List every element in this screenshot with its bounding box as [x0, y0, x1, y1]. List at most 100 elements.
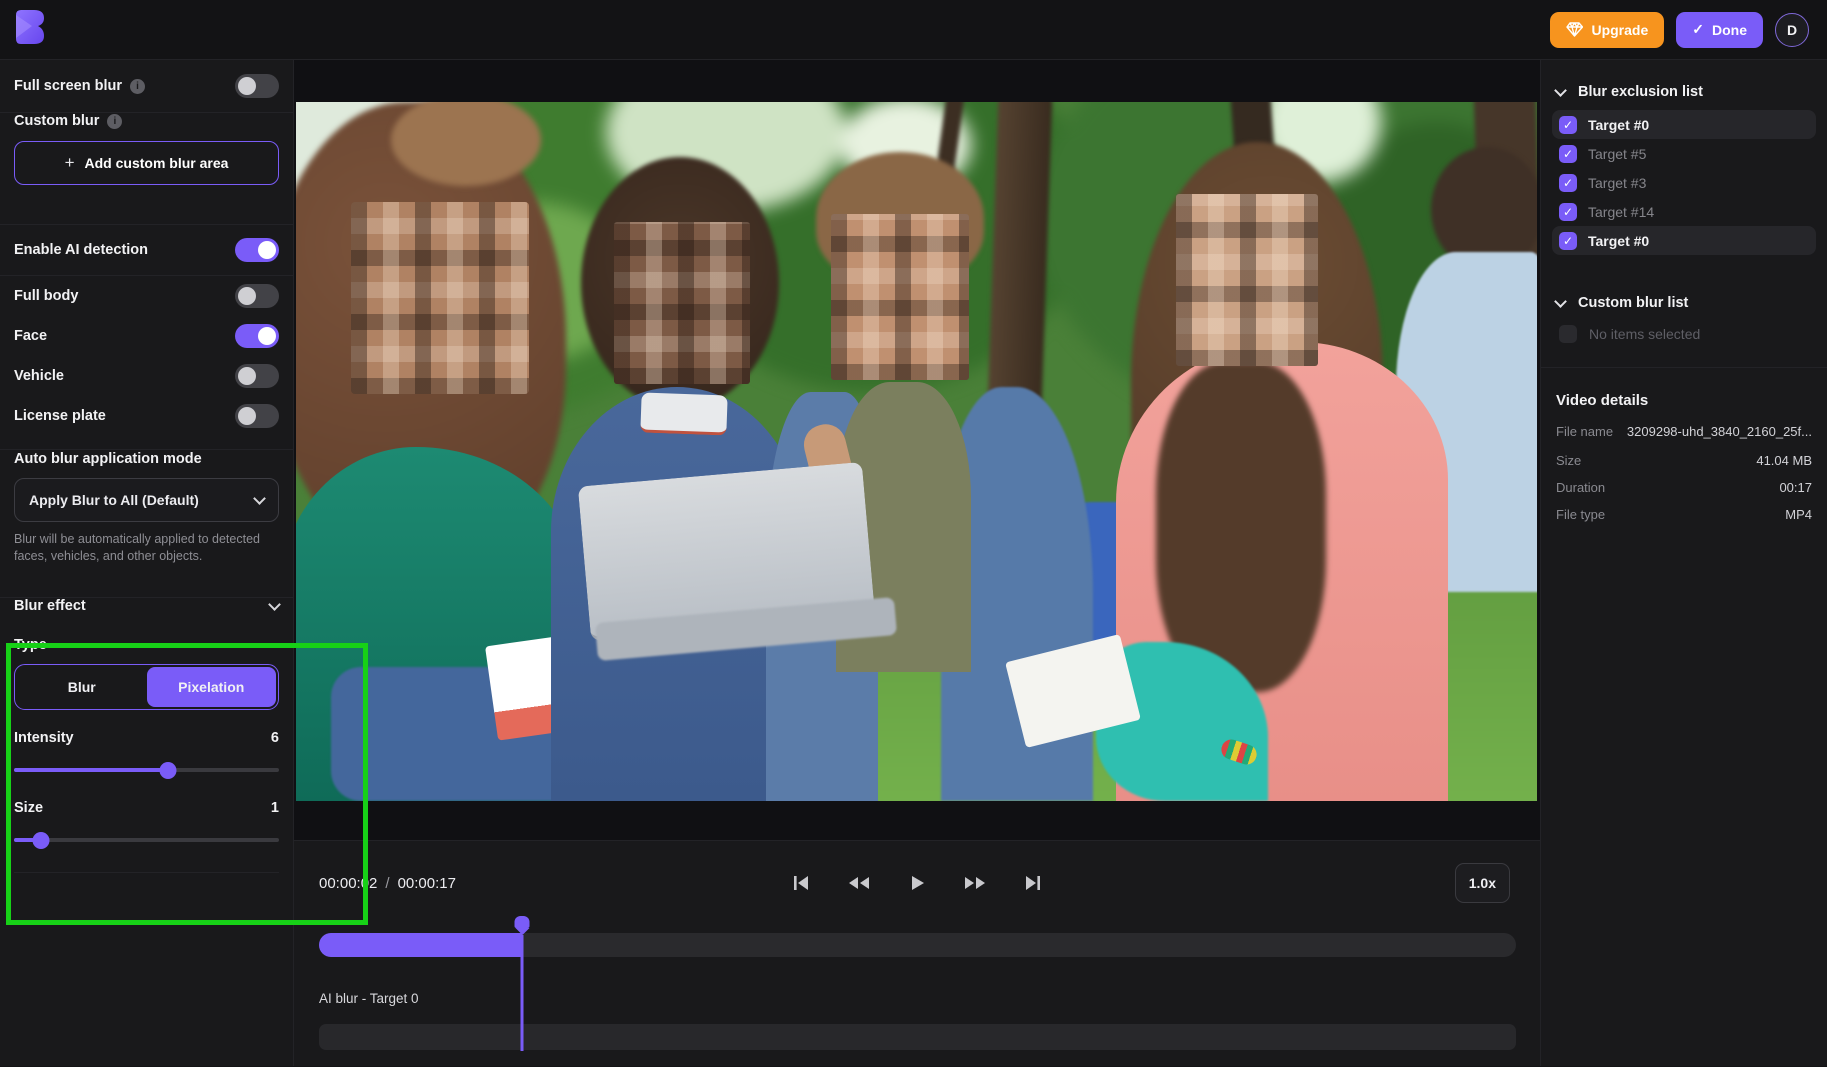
license-plate-label: License plate: [14, 408, 106, 424]
pixelated-face: [1176, 194, 1318, 366]
blur-type-option-blur[interactable]: Blur: [17, 667, 147, 707]
custom-blur-label: Custom blur: [14, 113, 99, 129]
video-preview[interactable]: [296, 102, 1537, 801]
toggle-knob: [258, 327, 276, 345]
detail-value: 41.04 MB: [1622, 453, 1812, 468]
exclusion-item-label: Target #3: [1588, 175, 1646, 191]
exclusion-item[interactable]: ✓ Target #5: [1552, 139, 1816, 168]
auto-blur-mode-label: Auto blur application mode: [14, 451, 202, 467]
vehicle-label: Vehicle: [14, 368, 64, 384]
add-custom-blur-area-button[interactable]: + Add custom blur area: [14, 141, 279, 185]
detail-row: Size 41.04 MB: [1556, 452, 1812, 469]
rewind-button[interactable]: [847, 871, 871, 895]
playhead-tip: [515, 928, 529, 935]
app-logo[interactable]: [14, 9, 45, 50]
blur-type-label: Type: [14, 637, 47, 653]
custom-blur-list-title: Custom blur list: [1578, 295, 1688, 311]
main-area: 00:00:02 / 00:00:17 1.0x: [294, 60, 1540, 1066]
blur-exclusion-list-header[interactable]: Blur exclusion list: [1541, 84, 1827, 100]
skip-to-end-button[interactable]: [1021, 871, 1045, 895]
detail-value: 3209298-uhd_3840_2160_25f...: [1622, 424, 1812, 439]
exclusion-item[interactable]: ✓ Target #14: [1552, 197, 1816, 226]
video-details-header: Video details: [1541, 392, 1827, 409]
skip-start-icon: [790, 873, 812, 893]
checkbox-checked[interactable]: ✓: [1559, 232, 1577, 250]
full-body-toggle[interactable]: [235, 284, 279, 308]
toggle-knob: [238, 77, 256, 95]
ai-blur-track[interactable]: [319, 1024, 1516, 1050]
custom-blur-list-header[interactable]: Custom blur list: [1541, 295, 1827, 311]
speed-value: 1.0x: [1469, 875, 1496, 891]
timeline-progress-bar[interactable]: [319, 933, 1516, 957]
skip-to-start-button[interactable]: [789, 871, 813, 895]
timeline-section: 00:00:02 / 00:00:17 1.0x: [294, 840, 1540, 1066]
license-plate-toggle[interactable]: [235, 404, 279, 428]
size-value: 1: [271, 800, 279, 816]
logo-icon: [14, 9, 45, 45]
info-icon[interactable]: i: [107, 114, 122, 129]
size-label: Size: [14, 800, 43, 816]
right-panel: Blur exclusion list ✓ Target #0 ✓ Target…: [1540, 60, 1827, 1066]
full-screen-blur-toggle[interactable]: [235, 74, 279, 98]
done-button[interactable]: ✓ Done: [1676, 12, 1763, 48]
fast-forward-button[interactable]: [963, 871, 987, 895]
enable-ai-detection-toggle[interactable]: [235, 238, 279, 262]
playhead[interactable]: [515, 916, 530, 1051]
playhead-handle[interactable]: [515, 916, 530, 928]
pixelated-face: [831, 214, 969, 380]
left-settings-panel: Full screen blur i Custom blur i + Add c…: [0, 60, 294, 1066]
info-icon[interactable]: i: [130, 79, 145, 94]
slider-track[interactable]: [14, 838, 279, 842]
checkbox-checked[interactable]: ✓: [1559, 174, 1577, 192]
skip-end-icon: [1022, 873, 1044, 893]
intensity-value: 6: [271, 730, 279, 746]
slider-thumb[interactable]: [159, 762, 176, 779]
avatar[interactable]: D: [1775, 13, 1809, 47]
vehicle-toggle[interactable]: [235, 364, 279, 388]
blur-type-segmented-control: Blur Pixelation: [14, 664, 279, 710]
slider-thumb[interactable]: [32, 832, 49, 849]
exclusion-item[interactable]: ✓ Target #0: [1552, 226, 1816, 255]
intensity-slider[interactable]: [14, 762, 279, 778]
detail-label: Duration: [1556, 479, 1622, 496]
checkbox-checked[interactable]: ✓: [1559, 145, 1577, 163]
exclusion-item[interactable]: ✓ Target #3: [1552, 168, 1816, 197]
playback-speed-button[interactable]: 1.0x: [1455, 863, 1510, 903]
play-icon: [907, 873, 927, 893]
check-icon: ✓: [1692, 21, 1704, 38]
time-display: 00:00:02 / 00:00:17: [319, 875, 456, 892]
plus-icon: +: [65, 153, 75, 173]
full-body-row: Full body: [14, 276, 279, 316]
blur-effect-header: Blur effect: [14, 598, 86, 614]
blur-type-option-pixelation[interactable]: Pixelation: [147, 667, 277, 707]
gem-icon: [1566, 22, 1583, 37]
play-button[interactable]: [905, 871, 929, 895]
custom-blur-empty-row: No items selected: [1541, 325, 1827, 343]
slider-fill: [14, 768, 168, 772]
enable-ai-detection-section: Enable AI detection: [0, 225, 293, 276]
exclusion-item[interactable]: ✓ Target #0: [1552, 110, 1816, 139]
upgrade-button[interactable]: Upgrade: [1550, 12, 1664, 48]
intensity-label: Intensity: [14, 730, 74, 746]
blur-effect-section: Blur effect Type Blur Pixelation Intensi…: [0, 598, 293, 873]
size-slider[interactable]: [14, 832, 279, 848]
done-label: Done: [1712, 22, 1747, 38]
face-toggle[interactable]: [235, 324, 279, 348]
total-time: 00:00:17: [398, 875, 456, 892]
chevron-down-icon: [253, 492, 266, 505]
checkbox-checked[interactable]: ✓: [1559, 116, 1577, 134]
checkbox-checked[interactable]: ✓: [1559, 203, 1577, 221]
detail-value: 00:17: [1622, 480, 1812, 495]
auto-blur-mode-select[interactable]: Apply Blur to All (Default): [14, 478, 279, 522]
chevron-down-icon: [268, 598, 281, 611]
pixelated-face: [351, 202, 529, 394]
auto-blur-mode-value: Apply Blur to All (Default): [29, 492, 199, 508]
custom-blur-empty-text: No items selected: [1589, 326, 1700, 342]
blur-effect-header-row[interactable]: Blur effect: [14, 598, 279, 614]
track-label: AI blur - Target 0: [319, 991, 419, 1006]
blur-exclusion-list: ✓ Target #0 ✓ Target #5 ✓ Target #3 ✓ Ta…: [1541, 110, 1827, 255]
upgrade-label: Upgrade: [1591, 22, 1648, 38]
video-stage: [294, 60, 1540, 840]
full-body-label: Full body: [14, 288, 78, 304]
full-screen-blur-section: Full screen blur i: [0, 60, 293, 113]
